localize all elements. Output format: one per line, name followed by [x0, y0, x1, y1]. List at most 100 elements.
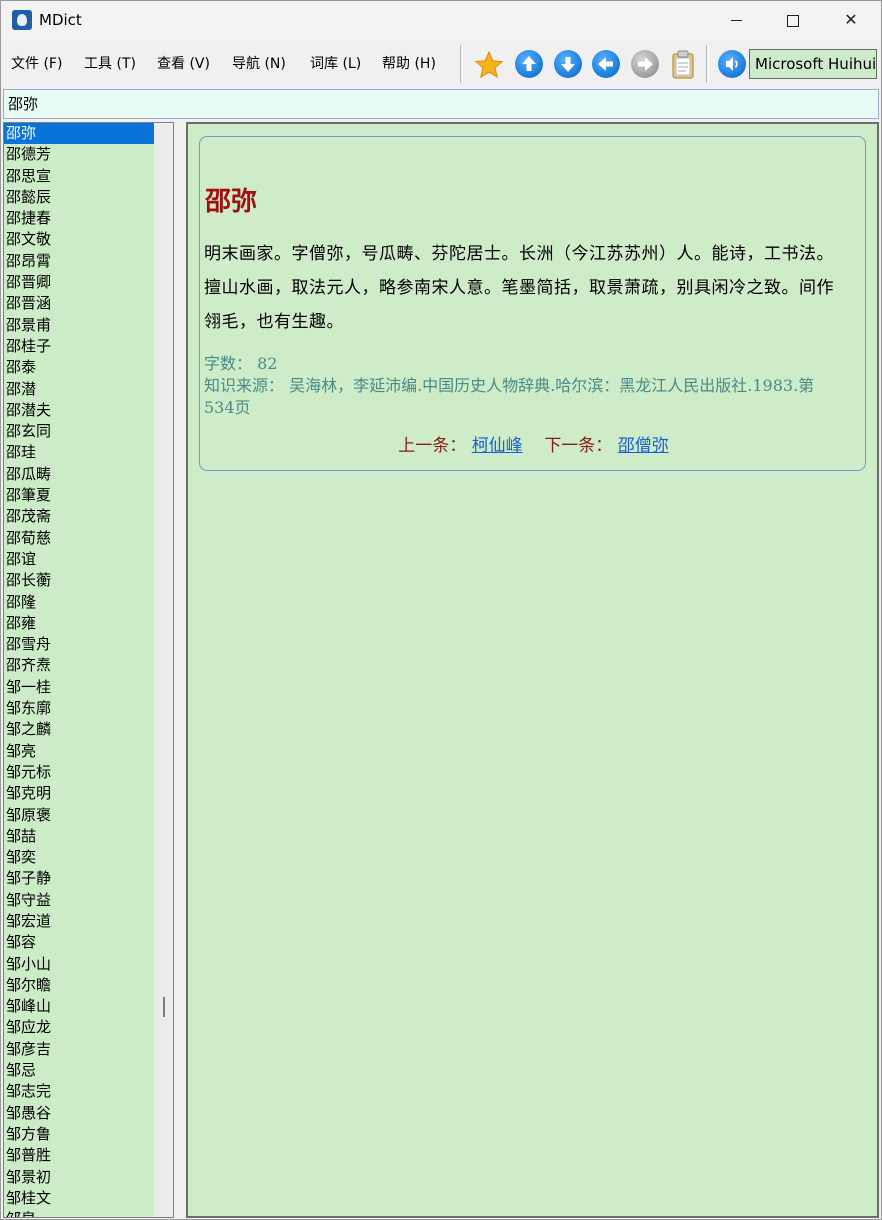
app-window: MDict ✕ 文件 (F) 工具 (T) 查看 (V) 导航 (N) 词库 (… — [0, 0, 882, 1220]
word-list-item[interactable]: 邵珪 — [4, 442, 154, 463]
search-input[interactable]: 邵弥 — [3, 89, 879, 119]
word-list-item[interactable]: 邹普胜 — [4, 1145, 154, 1166]
entry-metadata: 字数： 82 知识来源： 吴海林，李延沛编.中国历史人物辞典.哈尔滨：黑龙江人民… — [204, 353, 844, 419]
definition-pane: 邵弥 明末画家。字僧弥，号瓜畴、芬陀居士。长洲（今江苏苏州）人。能诗，工书法。擅… — [186, 122, 879, 1218]
word-list-item[interactable]: 邵瓜畴 — [4, 464, 154, 485]
voice-select[interactable]: Microsoft Huihui — [749, 49, 877, 79]
word-list-item[interactable]: 邹应龙 — [4, 1017, 154, 1038]
clipboard-icon — [672, 50, 694, 79]
word-list-item[interactable]: 邵弥 — [4, 123, 154, 145]
entry-definition: 明末画家。字僧弥，号瓜畴、芬陀居士。长洲（今江苏苏州）人。能诗，工书法。擅山水画… — [204, 244, 834, 332]
word-list-panel: 邵弥 邵德芳 邵思宣 邵懿辰 邵捷春 邵文敬 邵昂霄 邵晋卿 邵晋涵 邵景甫 邵桂子 邵泰 邵潜 邵潜夫邵… — [3, 122, 174, 1218]
word-list-item[interactable]: 邵景甫 — [4, 315, 154, 336]
word-list-item[interactable]: 邹亮 — [4, 741, 154, 762]
minimize-icon — [730, 20, 742, 21]
word-list-item[interactable]: 邵雍 — [4, 613, 154, 634]
arrow-right-icon — [638, 57, 653, 71]
prev-label: 上一条： — [398, 436, 467, 456]
back-button[interactable] — [592, 50, 620, 78]
word-list-item[interactable]: 邵谊 — [4, 549, 154, 570]
mdict-logo-icon — [12, 10, 32, 30]
word-list-item[interactable]: 邹之麟 — [4, 719, 154, 740]
word-list-item[interactable]: 邵德芳 — [4, 144, 154, 165]
next-entry-button[interactable] — [554, 50, 582, 78]
toolbar-separator — [460, 45, 463, 83]
word-list-item[interactable]: 邵昂霄 — [4, 251, 154, 272]
maximize-icon — [787, 14, 799, 27]
word-list-item[interactable]: 邵筆夏 — [4, 485, 154, 506]
menu-library[interactable]: 词库 (L) — [310, 55, 361, 73]
favorite-star-button[interactable] — [474, 50, 504, 79]
arrow-up-icon — [522, 56, 536, 71]
word-list-item[interactable]: 邵懿辰 — [4, 187, 154, 208]
word-list-item[interactable]: 邹愚谷 — [4, 1103, 154, 1124]
word-list-item[interactable]: 邵茂斋 — [4, 506, 154, 527]
word-list-item[interactable]: 邹原褒 — [4, 805, 154, 826]
word-count: 字数： 82 — [204, 354, 278, 373]
source-citation: 知识来源： 吴海林，李延沛编.中国历史人物辞典.哈尔滨：黑龙江人民出版社.198… — [204, 376, 815, 417]
word-list-scrollbar[interactable] — [154, 123, 173, 1217]
prev-entry-link[interactable]: 柯仙峰 — [472, 436, 523, 456]
menu-tools[interactable]: 工具 (T) — [84, 55, 136, 73]
word-list-item[interactable]: 邵晋卿 — [4, 272, 154, 293]
word-list-item[interactable]: 邹子静 — [4, 868, 154, 889]
word-list-item[interactable]: 邹喆 — [4, 826, 154, 847]
next-entry-link[interactable]: 邵僧弥 — [618, 436, 669, 456]
word-list-item[interactable]: 邹彦吉 — [4, 1039, 154, 1060]
forward-button[interactable] — [631, 50, 659, 78]
word-list-item[interactable]: 邵晋涵 — [4, 293, 154, 314]
close-button[interactable]: ✕ — [822, 1, 880, 39]
word-list-item[interactable]: 邹东廓 — [4, 698, 154, 719]
word-list-item[interactable]: 邵文敬 — [4, 229, 154, 250]
panel-splitter[interactable] — [174, 122, 186, 1218]
word-list-item[interactable]: 邵潜夫 — [4, 400, 154, 421]
word-list-item[interactable]: 邵捷春 — [4, 208, 154, 229]
word-list-item[interactable]: 邵玄同 — [4, 421, 154, 442]
scrollbar-thumb[interactable] — [163, 997, 165, 1017]
toolbar-separator — [706, 45, 709, 83]
word-list-item[interactable]: 邹小山 — [4, 954, 154, 975]
maximize-button[interactable] — [764, 1, 822, 39]
minimize-button[interactable] — [707, 1, 765, 39]
next-label: 下一条： — [544, 436, 613, 456]
menu-navigate[interactable]: 导航 (N) — [232, 55, 286, 73]
word-list-item[interactable]: 邵雪舟 — [4, 634, 154, 655]
arrow-down-icon — [561, 57, 575, 72]
entry-card: 邵弥 明末画家。字僧弥，号瓜畴、芬陀居士。长洲（今江苏苏州）人。能诗，工书法。擅… — [199, 136, 866, 471]
close-icon: ✕ — [844, 10, 858, 29]
title-bar: MDict ✕ — [1, 1, 881, 39]
word-list-item[interactable]: 邹宏道 — [4, 911, 154, 932]
menu-view[interactable]: 查看 (V) — [157, 55, 210, 73]
word-list-item[interactable]: 邹桂文 — [4, 1188, 154, 1209]
word-list-item[interactable]: 邹方鲁 — [4, 1124, 154, 1145]
word-list: 邵弥 邵德芳 邵思宣 邵懿辰 邵捷春 邵文敬 邵昂霄 邵晋卿 邵晋涵 邵景甫 邵桂子 邵泰 邵潜 邵潜夫邵… — [4, 123, 154, 1217]
word-list-item[interactable]: 邵齐焘 — [4, 655, 154, 676]
word-list-item[interactable]: 邹志完 — [4, 1081, 154, 1102]
word-list-item[interactable]: 邵潜 — [4, 379, 154, 400]
word-list-item[interactable]: 邹忌 — [4, 1060, 154, 1081]
menu-toolbar: 文件 (F) 工具 (T) 查看 (V) 导航 (N) 词库 (L) 帮助 (H… — [1, 41, 881, 87]
arrow-left-icon — [598, 57, 613, 71]
word-list-item[interactable]: 邹奕 — [4, 847, 154, 868]
word-list-item[interactable]: 邹克明 — [4, 783, 154, 804]
word-list-item[interactable]: 邵思宣 — [4, 166, 154, 187]
entry-headword: 邵弥 — [205, 187, 258, 217]
word-list-item[interactable]: 邵桂子 — [4, 336, 154, 357]
word-list-item[interactable]: 邵隆 — [4, 592, 154, 613]
word-list-item[interactable]: 邹守益 — [4, 890, 154, 911]
word-list-item[interactable]: 邹景初 — [4, 1167, 154, 1188]
paste-button[interactable] — [669, 50, 697, 79]
speak-button[interactable] — [718, 50, 746, 78]
word-list-item[interactable]: 邵荀慈 — [4, 528, 154, 549]
word-list-item[interactable]: 邹元标 — [4, 762, 154, 783]
word-list-item[interactable]: 邹容 — [4, 932, 154, 953]
menu-file[interactable]: 文件 (F) — [11, 55, 62, 73]
word-list-item[interactable]: 邵长蘅 — [4, 570, 154, 591]
word-list-item[interactable]: 邹一桂 — [4, 677, 154, 698]
menu-help[interactable]: 帮助 (H) — [382, 55, 436, 73]
word-list-item[interactable]: 邹峰山 — [4, 996, 154, 1017]
word-list-item[interactable]: 邹泉 — [4, 1209, 154, 1217]
previous-entry-button[interactable] — [515, 50, 543, 78]
word-list-item[interactable]: 邹尔瞻 — [4, 975, 154, 996]
word-list-item[interactable]: 邵泰 — [4, 357, 154, 378]
